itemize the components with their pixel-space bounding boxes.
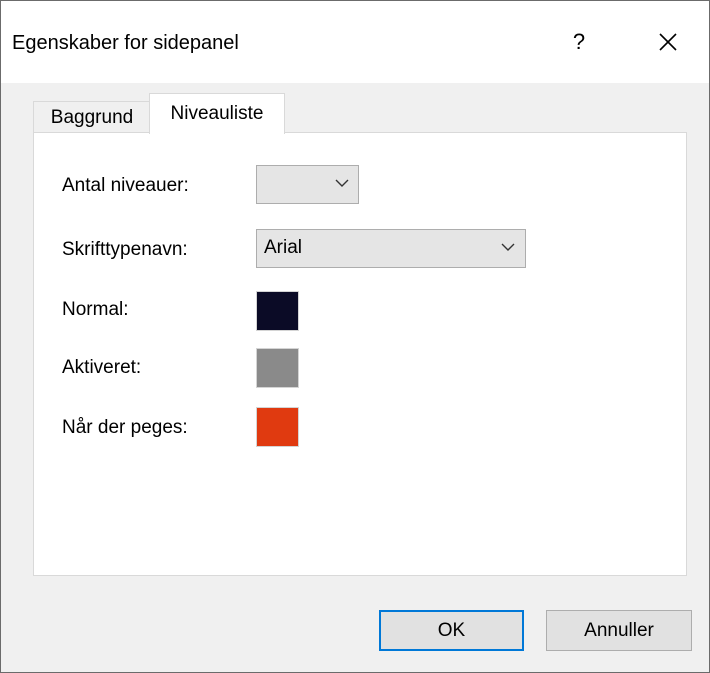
dialog-title: Egenskaber for sidepanel <box>12 32 239 54</box>
normal-label: Normal: <box>62 299 129 320</box>
ok-button[interactable]: OK <box>379 610 524 651</box>
hover-color-swatch[interactable] <box>256 407 299 447</box>
title-bar: Egenskaber for sidepanel ? <box>1 1 709 83</box>
normal-color-swatch[interactable] <box>256 291 299 331</box>
ok-button-label: OK <box>437 619 466 641</box>
tab-background[interactable]: Baggrund <box>33 101 151 132</box>
close-button[interactable] <box>643 19 693 65</box>
chevron-down-icon <box>501 243 515 251</box>
tab-background-label: Baggrund <box>50 107 134 128</box>
font-name-dropdown[interactable]: Arial <box>256 229 526 268</box>
font-name-label: Skrifttypenavn: <box>62 239 188 260</box>
activated-label: Aktiveret: <box>62 357 142 378</box>
cancel-button[interactable]: Annuller <box>546 610 692 651</box>
cancel-button-label: Annuller <box>584 619 654 641</box>
tab-panel: Antal niveauer: Skrifttypenavn: Arial No… <box>33 132 687 576</box>
close-icon <box>659 33 677 51</box>
help-icon: ? <box>572 29 586 54</box>
hover-label: Når der peges: <box>62 417 188 438</box>
tab-level-list[interactable]: Niveauliste <box>149 93 285 134</box>
help-button[interactable]: ? <box>554 19 604 65</box>
activated-color-swatch[interactable] <box>256 348 299 388</box>
levels-label: Antal niveauer: <box>62 175 189 196</box>
tab-bar: Baggrund Niveauliste <box>1 83 709 134</box>
levels-dropdown[interactable] <box>256 165 359 204</box>
properties-dialog: Egenskaber for sidepanel ? Baggrund Nive… <box>0 0 710 673</box>
chevron-down-icon <box>335 179 349 187</box>
tab-level-list-label: Niveauliste <box>170 103 264 124</box>
font-name-value: Arial <box>264 237 303 258</box>
